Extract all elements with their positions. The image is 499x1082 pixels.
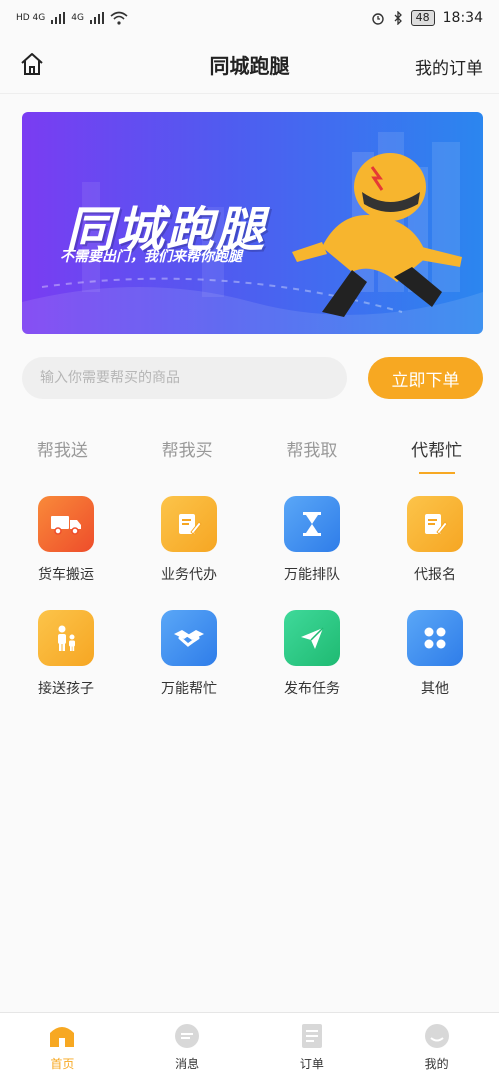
bluetooth-icon <box>394 11 402 25</box>
status-right: 48 18:34 <box>371 10 483 26</box>
page-title: 同城跑腿 <box>209 54 290 78</box>
service-help[interactable]: 万能帮忙 <box>127 610 251 698</box>
top-nav: 同城跑腿 我的订单 <box>0 36 499 94</box>
profile-icon <box>424 1024 449 1048</box>
battery-indicator: 48 <box>410 10 435 26</box>
nav-messages[interactable]: 消息 <box>125 1013 250 1082</box>
send-icon <box>284 610 340 666</box>
service-business[interactable]: 业务代办 <box>127 496 251 584</box>
service-other[interactable]: 其他 <box>373 610 497 698</box>
service-kids[interactable]: 接送孩子 <box>4 610 128 698</box>
service-label: 其他 <box>421 681 449 697</box>
hourglass-icon <box>284 496 340 552</box>
tab-pickup[interactable]: 帮我取 <box>250 428 375 476</box>
service-label: 业务代办 <box>161 567 217 583</box>
search-row: 立即下单 <box>22 355 483 401</box>
network-label-right: 4G <box>71 13 84 23</box>
my-orders-link[interactable]: 我的订单 <box>415 54 483 79</box>
parent-child-icon <box>38 610 94 666</box>
network-label-left: HD 4G <box>16 13 46 23</box>
tab-send[interactable]: 帮我送 <box>0 428 125 476</box>
service-label: 万能帮忙 <box>161 681 217 697</box>
status-bar: HD 4G 4G 48 18:34 <box>0 0 499 36</box>
bottom-nav: 首页 消息 订单 我的 <box>0 1012 499 1082</box>
tab-buy[interactable]: 帮我买 <box>125 428 250 476</box>
tab-help[interactable]: 代帮忙 <box>374 428 499 476</box>
service-signup[interactable]: 代报名 <box>373 496 497 584</box>
message-icon <box>175 1024 200 1048</box>
nav-label: 我的 <box>424 1057 449 1071</box>
service-publish[interactable]: 发布任务 <box>250 610 374 698</box>
edit-doc-icon <box>161 496 217 552</box>
truck-icon <box>38 496 94 552</box>
signal-icon-2 <box>89 12 104 24</box>
service-label: 发布任务 <box>284 681 340 697</box>
nav-label: 订单 <box>299 1057 324 1071</box>
nav-home[interactable]: 首页 <box>0 1013 125 1082</box>
service-label: 万能排队 <box>284 567 340 583</box>
nav-label: 首页 <box>50 1057 75 1071</box>
service-truck[interactable]: 货车搬运 <box>4 496 128 584</box>
wifi-icon <box>110 11 128 25</box>
alarm-icon <box>371 13 384 25</box>
service-label: 接送孩子 <box>38 681 94 697</box>
service-label: 代报名 <box>414 567 456 583</box>
promo-banner[interactable]: 同城跑腿 不需要出门，我们来帮你跑腿 <box>22 112 483 334</box>
nav-profile[interactable]: 我的 <box>374 1013 499 1082</box>
home-icon[interactable] <box>18 50 46 78</box>
banner-subtitle: 不需要出门，我们来帮你跑腿 <box>60 249 242 265</box>
signal-icon <box>51 12 66 24</box>
nav-orders[interactable]: 订单 <box>250 1013 375 1082</box>
search-input[interactable] <box>22 357 347 399</box>
clock: 18:34 <box>442 10 483 26</box>
network-status: HD 4G 4G <box>16 11 128 25</box>
home-tab-icon <box>50 1027 75 1047</box>
nav-label: 消息 <box>175 1057 200 1071</box>
order-icon <box>301 1024 322 1048</box>
order-now-button[interactable]: 立即下单 <box>368 357 483 399</box>
service-queue[interactable]: 万能排队 <box>250 496 374 584</box>
signup-doc-icon <box>407 496 463 552</box>
service-label: 货车搬运 <box>38 567 94 583</box>
handshake-icon <box>161 610 217 666</box>
grid-dots-icon <box>407 610 463 666</box>
service-tabs: 帮我送 帮我买 帮我取 代帮忙 <box>0 428 499 476</box>
